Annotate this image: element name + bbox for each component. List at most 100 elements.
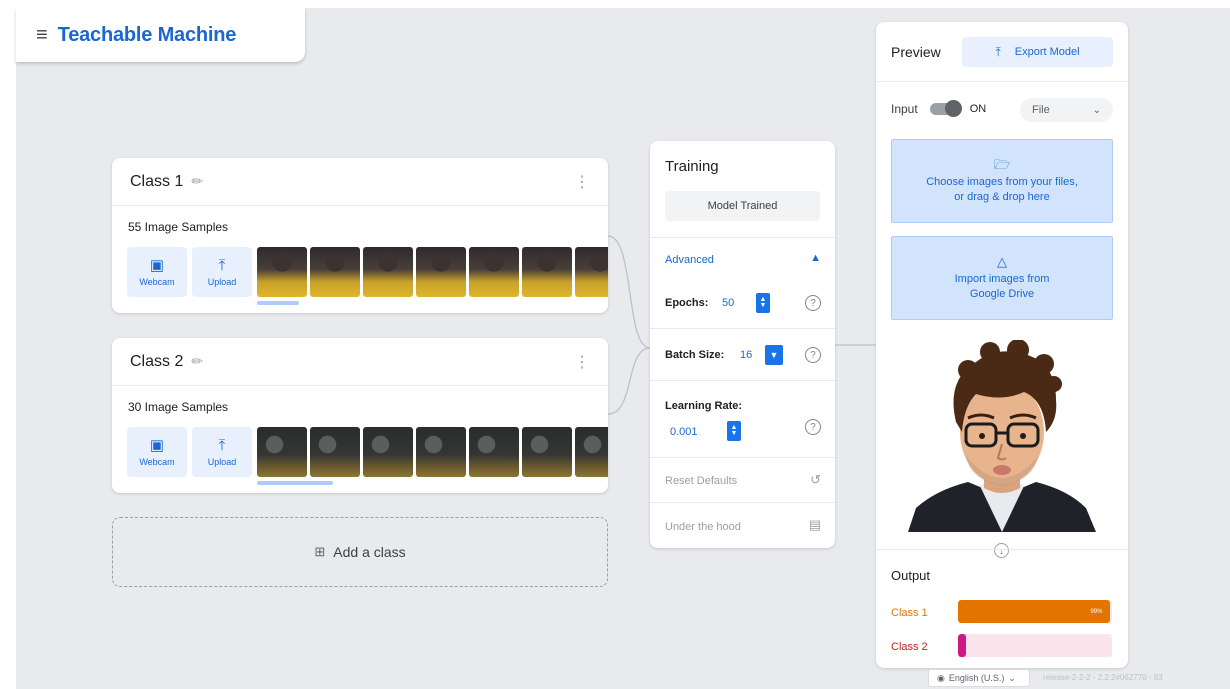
preview-title: Preview xyxy=(891,44,941,60)
sample-thumbnail[interactable] xyxy=(363,427,413,477)
upload-label: Upload xyxy=(207,456,237,467)
sample-thumbnails[interactable] xyxy=(257,427,608,477)
training-title: Training xyxy=(665,158,719,175)
upload-label: Upload xyxy=(207,276,237,287)
under-the-hood-button[interactable]: Under the hood ▤ xyxy=(650,502,835,548)
export-icon: ⤒ xyxy=(995,44,1001,59)
sample-thumbnail[interactable] xyxy=(469,427,519,477)
input-source-select[interactable]: File ⌄ xyxy=(1020,98,1113,122)
output-class-1-percent: 99% xyxy=(1090,608,1103,615)
sample-thumbnail[interactable] xyxy=(416,247,466,297)
more-options-icon[interactable]: ⋮ xyxy=(574,172,590,192)
arrow-down-icon: ↓ xyxy=(994,543,1009,558)
webcam-icon: ▣ xyxy=(149,436,165,454)
sample-thumbnail[interactable] xyxy=(310,247,360,297)
more-options-icon[interactable]: ⋮ xyxy=(574,352,590,372)
training-panel: Training Model Trained Advanced ▲ Epochs… xyxy=(650,141,835,548)
reset-defaults-button[interactable]: Reset Defaults ↺ xyxy=(650,457,835,503)
globe-icon: ◉ xyxy=(937,672,945,683)
class-card-2: Class 2 ✏︎ ⋮ 30 Image Samples ▣ Webcam ⤒… xyxy=(112,338,608,493)
sample-thumbnail[interactable] xyxy=(363,247,413,297)
epochs-stepper[interactable]: ▲ ▼ xyxy=(756,293,770,313)
drive-line1: Import images from xyxy=(954,273,1050,285)
sample-thumbnail[interactable] xyxy=(575,427,608,477)
file-drop-zone[interactable]: 🗁︎ Choose images from your files, or dra… xyxy=(891,139,1113,223)
batch-size-row: Batch Size: 16 ▼ ? xyxy=(650,328,835,380)
history-icon: ↺ xyxy=(810,472,821,487)
upload-button[interactable]: ⤒ Upload xyxy=(192,247,252,297)
webcam-label: Webcam xyxy=(139,276,175,287)
input-label: Input xyxy=(891,102,918,116)
class-card-1: Class 1 ✏︎ ⋮ 55 Image Samples ▣ Webcam ⤒… xyxy=(112,158,608,313)
batch-size-value[interactable]: 16 xyxy=(740,349,752,361)
output-class-2-fill xyxy=(958,634,966,657)
reset-defaults-label: Reset Defaults xyxy=(665,475,738,487)
learning-rate-input[interactable]: 0.001 xyxy=(670,426,698,438)
app-title: Teachable Machine xyxy=(57,23,237,46)
sample-thumbnail[interactable] xyxy=(522,427,572,477)
app-header: ≡ Teachable Machine xyxy=(16,8,305,62)
bar-chart-icon: ▤ xyxy=(808,517,821,532)
pencil-icon[interactable]: ✏︎ xyxy=(191,173,203,190)
release-version: release-2-2-2 - 2.2.2#062770 - 83 xyxy=(1043,673,1163,682)
output-divider xyxy=(876,549,1128,550)
export-model-button[interactable]: ⤒ Export Model xyxy=(962,37,1113,67)
learning-rate-row: Learning Rate: 0.001 ▲ ▼ ? xyxy=(650,380,835,450)
sample-thumbnail[interactable] xyxy=(416,427,466,477)
webcam-label: Webcam xyxy=(139,456,175,467)
input-toggle[interactable] xyxy=(929,100,962,117)
preview-image xyxy=(908,340,1096,532)
add-class-button[interactable]: ⊞ Add a class xyxy=(112,517,608,587)
webcam-button[interactable]: ▣ Webcam xyxy=(127,247,187,297)
epochs-row: Epochs: 50 ▲ ▼ ? xyxy=(650,279,835,329)
help-icon[interactable]: ? xyxy=(805,295,821,311)
output-class-2-bar xyxy=(958,634,1112,657)
chevron-down-icon: ⌄ xyxy=(1008,672,1016,683)
sample-count: 30 Image Samples xyxy=(128,400,229,414)
language-select[interactable]: ◉ English (U.S.) ⌄ xyxy=(928,669,1030,687)
output-class-1-bar: 99% xyxy=(958,600,1112,623)
preview-panel: Preview ⤒ Export Model Input ON File ⌄ 🗁… xyxy=(876,22,1128,668)
sample-thumbnail[interactable] xyxy=(522,247,572,297)
webcam-icon: ▣ xyxy=(149,256,165,274)
pencil-icon[interactable]: ✏︎ xyxy=(191,353,203,370)
sample-thumbnail[interactable] xyxy=(469,247,519,297)
upload-icon: ⤒ xyxy=(218,436,226,454)
preview-header: Preview ⤒ Export Model xyxy=(876,22,1128,82)
epochs-label: Epochs: xyxy=(665,297,709,309)
output-class-1-label: Class 1 xyxy=(891,607,928,619)
hamburger-icon[interactable]: ≡ xyxy=(36,25,48,45)
upload-button[interactable]: ⤒ Upload xyxy=(192,427,252,477)
batch-size-dropdown[interactable]: ▼ xyxy=(765,345,783,365)
folder-icon: 🗁︎ xyxy=(993,157,1011,172)
export-model-label: Export Model xyxy=(1014,46,1080,58)
google-drive-icon: △ xyxy=(997,254,1007,269)
class-name[interactable]: Class 2 xyxy=(130,353,183,371)
help-icon[interactable]: ? xyxy=(805,347,821,363)
upload-icon: ⤒ xyxy=(218,256,226,274)
add-class-label: Add a class xyxy=(333,544,406,560)
learning-rate-stepper[interactable]: ▲ ▼ xyxy=(727,421,741,441)
class-name[interactable]: Class 1 xyxy=(130,173,183,191)
input-row: Input ON xyxy=(891,100,986,117)
batch-size-label: Batch Size: xyxy=(665,349,725,361)
sample-thumbnail[interactable] xyxy=(575,247,608,297)
add-box-icon: ⊞ xyxy=(314,544,326,559)
sample-thumbnail[interactable] xyxy=(310,427,360,477)
sample-thumbnail[interactable] xyxy=(257,427,307,477)
class-header: Class 2 ✏︎ ⋮ xyxy=(112,338,608,386)
learning-rate-label: Learning Rate: xyxy=(665,400,743,412)
sample-thumbnail[interactable] xyxy=(257,247,307,297)
sample-count: 55 Image Samples xyxy=(128,220,229,234)
google-drive-import[interactable]: △ Import images from Google Drive xyxy=(891,236,1113,320)
train-model-button[interactable]: Model Trained xyxy=(665,191,820,221)
chevron-up-icon[interactable]: ▲ xyxy=(810,252,821,264)
webcam-button[interactable]: ▣ Webcam xyxy=(127,427,187,477)
thumbnail-scrollbar[interactable] xyxy=(257,481,333,485)
under-the-hood-label: Under the hood xyxy=(665,521,741,533)
help-icon[interactable]: ? xyxy=(805,419,821,435)
sample-thumbnails[interactable] xyxy=(257,247,608,297)
thumbnail-scrollbar[interactable] xyxy=(257,301,299,305)
epochs-input[interactable]: 50 xyxy=(722,297,734,309)
output-title: Output xyxy=(891,568,931,583)
